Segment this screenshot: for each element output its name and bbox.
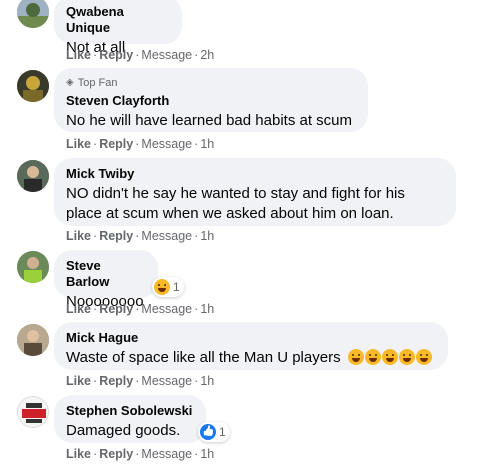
comment-author[interactable]: Mick Hague [66, 330, 436, 346]
comment-bubble: Mick Twiby NO didn't he say he wanted to… [54, 158, 456, 226]
reply-link[interactable]: Reply [99, 137, 133, 151]
comment-actions: Like · Reply · Message · 1h [66, 447, 215, 461]
laughing-emoji-icon [347, 349, 364, 365]
timestamp[interactable]: 1h [200, 137, 214, 151]
reply-link[interactable]: Reply [99, 447, 133, 461]
avatar[interactable] [17, 324, 49, 356]
timestamp[interactable]: 1h [200, 374, 214, 388]
like-link[interactable]: Like [66, 137, 91, 151]
reaction-count-value: 1 [173, 280, 180, 294]
comment-bubble: ◈ Top Fan Steven Clayforth No he will ha… [54, 68, 368, 132]
comment-text: Waste of space like all the Man U player… [66, 348, 436, 368]
laughing-emoji-icon [381, 349, 398, 365]
avatar[interactable] [17, 251, 49, 283]
laughing-emoji-icon [398, 349, 415, 365]
reaction-count-value: 1 [219, 425, 226, 439]
avatar[interactable] [17, 0, 49, 28]
reaction-count[interactable]: 1 [152, 277, 184, 297]
timestamp[interactable]: 1h [200, 447, 214, 461]
avatar[interactable] [17, 70, 49, 102]
reply-link[interactable]: Reply [99, 229, 133, 243]
badge-label: Top Fan [77, 77, 118, 89]
like-link[interactable]: Like [66, 302, 91, 316]
comment-bubble: Steve Barlow Noooooooo [54, 250, 158, 310]
diamond-icon: ◈ [66, 77, 74, 88]
comment-bubble: Mick Hague Waste of space like all the M… [54, 322, 448, 370]
like-link[interactable]: Like [66, 229, 91, 243]
like-link[interactable]: Like [66, 374, 91, 388]
comment-author[interactable]: Stephen Sobolewski [66, 403, 194, 419]
timestamp[interactable]: 1h [200, 229, 214, 243]
comment-text-body: Waste of space like all the Man U player… [66, 349, 341, 366]
timestamp[interactable]: 1h [200, 302, 214, 316]
like-reaction-icon [200, 424, 216, 440]
comment-author[interactable]: Steven Clayforth [66, 93, 356, 109]
comment-author[interactable]: Mick Twiby [66, 166, 444, 182]
reaction-count[interactable]: 1 [198, 422, 230, 442]
top-fan-badge: ◈ Top Fan [66, 76, 356, 90]
comment-text: Damaged goods. [66, 422, 181, 439]
comment-bubble: Qwabena Unique Not at all [54, 0, 182, 56]
timestamp[interactable]: 2h [200, 48, 214, 62]
reply-link[interactable]: Reply [99, 302, 133, 316]
comment-text: No he will have learned bad habits at sc… [66, 112, 352, 129]
avatar[interactable] [17, 396, 49, 428]
comment-actions: Like · Reply · Message · 1h [66, 229, 215, 243]
comment-actions: Like · Reply · Message · 1h [66, 302, 215, 316]
message-link[interactable]: Message [141, 302, 192, 316]
comment-text-line-1: NO didn't he say he wanted to stay and f… [66, 185, 405, 202]
like-link[interactable]: Like [66, 48, 91, 62]
laughing-emoji-icon [364, 349, 381, 365]
reply-link[interactable]: Reply [99, 48, 133, 62]
comment-actions: Like · Reply · Message · 1h [66, 137, 215, 151]
message-link[interactable]: Message [141, 137, 192, 151]
haha-reaction-icon [154, 279, 170, 295]
comment-bubble: Stephen Sobolewski Damaged goods. [54, 395, 206, 443]
comment-author[interactable]: Qwabena Unique [66, 4, 170, 36]
laughing-emoji-icon [415, 349, 432, 365]
message-link[interactable]: Message [141, 374, 192, 388]
message-link[interactable]: Message [141, 447, 192, 461]
laughing-emoji-group [347, 349, 432, 366]
comment-text-line-2: place at scum when we asked about him on… [66, 205, 394, 222]
comment-actions: Like · Reply · Message · 2h [66, 48, 215, 62]
like-link[interactable]: Like [66, 447, 91, 461]
message-link[interactable]: Message [141, 48, 192, 62]
message-link[interactable]: Message [141, 229, 192, 243]
reply-link[interactable]: Reply [99, 374, 133, 388]
comment-author[interactable]: Steve Barlow [66, 258, 146, 290]
avatar[interactable] [17, 160, 49, 192]
comment-actions: Like · Reply · Message · 1h [66, 374, 215, 388]
